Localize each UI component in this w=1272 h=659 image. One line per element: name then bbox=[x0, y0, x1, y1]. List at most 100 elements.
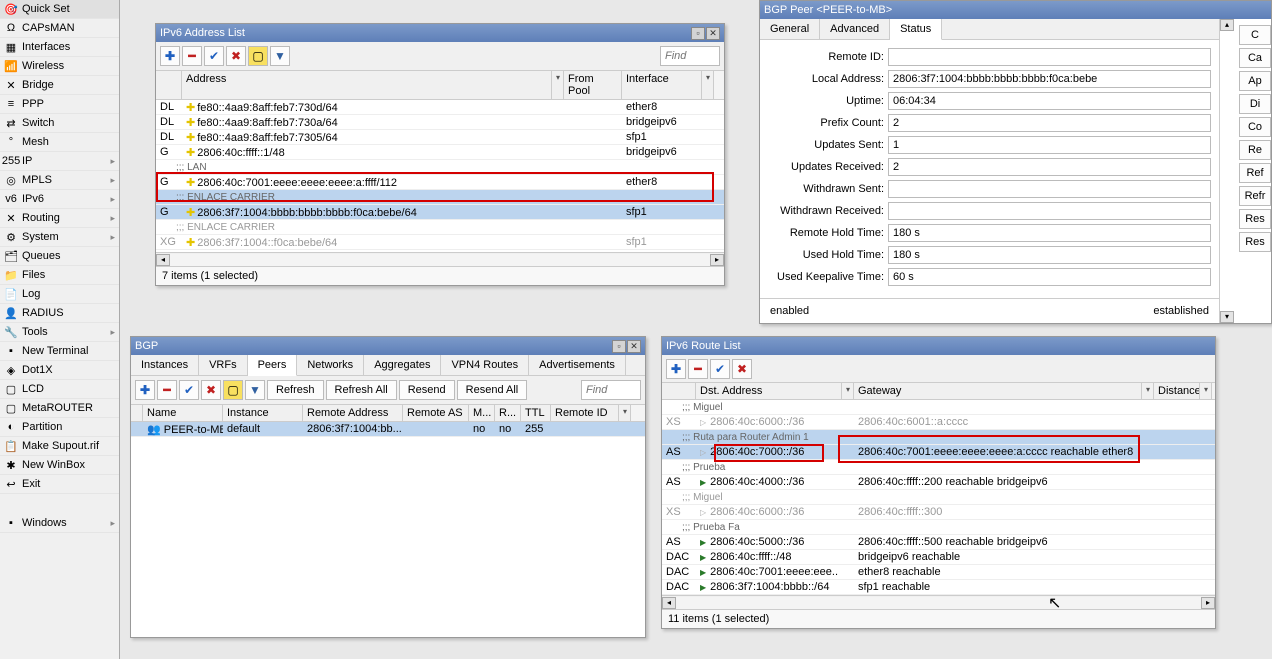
comment-row[interactable]: ;;; Miguel bbox=[662, 490, 1215, 505]
peer-row[interactable]: 👥 PEER-to-MB default 2806:3f7:1004:bb...… bbox=[131, 422, 645, 437]
title-bar[interactable]: IPv6 Route List bbox=[662, 337, 1215, 355]
field-input[interactable] bbox=[888, 180, 1211, 198]
tab-vrfs[interactable]: VRFs bbox=[199, 355, 248, 375]
sidebar-item-ppp[interactable]: ≡PPP bbox=[0, 95, 119, 114]
find-input[interactable] bbox=[660, 46, 720, 66]
side-button[interactable]: Refr bbox=[1239, 186, 1271, 206]
route-row[interactable]: XS▷2806:40c:6000::/362806:40c:ffff::300 bbox=[662, 505, 1215, 520]
peers-table-body[interactable]: 👥 PEER-to-MB default 2806:3f7:1004:bb...… bbox=[131, 422, 645, 437]
enable-button[interactable]: ✔ bbox=[204, 46, 224, 66]
sidebar-item-new-winbox[interactable]: ✱New WinBox bbox=[0, 456, 119, 475]
table-header[interactable]: Address ▾ From Pool Interface ▾ bbox=[156, 71, 724, 100]
sidebar-item-mesh[interactable]: °Mesh bbox=[0, 133, 119, 152]
add-button[interactable]: ✚ bbox=[666, 359, 686, 379]
side-button[interactable]: Co bbox=[1239, 117, 1271, 137]
sidebar-item-queues[interactable]: 🗂Queues bbox=[0, 247, 119, 266]
tab-general[interactable]: General bbox=[760, 19, 820, 39]
disable-button[interactable]: ✖ bbox=[226, 46, 246, 66]
remove-button[interactable]: ━ bbox=[157, 380, 177, 400]
tab-instances[interactable]: Instances bbox=[131, 355, 199, 375]
address-table-body[interactable]: DL✚fe80::4aa9:8aff:feb7:730d/64ether8DL✚… bbox=[156, 100, 724, 252]
address-row[interactable]: G✚2806:40c:7001:eeee:eeee:eeee:a:ffff/11… bbox=[156, 175, 724, 190]
side-button[interactable]: Res bbox=[1239, 232, 1271, 252]
side-button[interactable]: Ap bbox=[1239, 71, 1271, 91]
sidebar-item-radius[interactable]: 👤RADIUS bbox=[0, 304, 119, 323]
disable-button[interactable]: ✖ bbox=[732, 359, 752, 379]
find-input[interactable] bbox=[581, 380, 641, 400]
add-button[interactable]: ✚ bbox=[160, 46, 180, 66]
tab-networks[interactable]: Networks bbox=[297, 355, 364, 375]
route-row[interactable]: AS▶2806:40c:4000::/362806:40c:ffff::200 … bbox=[662, 475, 1215, 490]
sidebar-item-interfaces[interactable]: ▦Interfaces bbox=[0, 38, 119, 57]
sidebar-item-routing[interactable]: ✕Routing▸ bbox=[0, 209, 119, 228]
field-input[interactable] bbox=[888, 136, 1211, 154]
title-bar[interactable]: BGP Peer <PEER-to-MB> bbox=[760, 1, 1271, 19]
route-row[interactable]: XS▷2806:40c:6000::/362806:40c:6001::a:cc… bbox=[662, 415, 1215, 430]
sidebar-item-bridge[interactable]: ✕Bridge bbox=[0, 76, 119, 95]
comment-row[interactable]: ;;; LAN bbox=[156, 160, 724, 175]
tab-advertisements[interactable]: Advertisements bbox=[529, 355, 626, 375]
add-button[interactable]: ✚ bbox=[135, 380, 155, 400]
field-input[interactable] bbox=[888, 70, 1211, 88]
field-input[interactable] bbox=[888, 158, 1211, 176]
address-row[interactable]: G✚2806:3f7:1004:bbbb:bbbb:bbbb:f0ca:bebe… bbox=[156, 205, 724, 220]
remove-button[interactable]: ━ bbox=[688, 359, 708, 379]
comment-row[interactable]: ;;; ENLACE CARRIER bbox=[156, 190, 724, 205]
tab-status[interactable]: Status bbox=[890, 19, 942, 40]
side-button[interactable]: Ca bbox=[1239, 48, 1271, 68]
sidebar-item-quick-set[interactable]: 🎯Quick Set bbox=[0, 0, 119, 19]
sidebar-item-mpls[interactable]: ◎MPLS▸ bbox=[0, 171, 119, 190]
routes-table-body[interactable]: ;;; MiguelXS▷2806:40c:6000::/362806:40c:… bbox=[662, 400, 1215, 595]
scroll-down-button[interactable]: ▾ bbox=[1220, 311, 1234, 323]
field-input[interactable] bbox=[888, 202, 1211, 220]
route-row[interactable]: DAC▶2806:3f7:1004:bbbb::/64sfp1 reachabl… bbox=[662, 580, 1215, 595]
comment-row[interactable]: ;;; Prueba bbox=[662, 460, 1215, 475]
refresh-all-button[interactable]: Refresh All bbox=[326, 380, 397, 400]
sidebar-item-capsman[interactable]: ΩCAPsMAN bbox=[0, 19, 119, 38]
horizontal-scrollbar[interactable]: ◂▸ bbox=[156, 252, 724, 266]
sidebar-item-exit[interactable]: ↩Exit bbox=[0, 475, 119, 494]
enable-button[interactable]: ✔ bbox=[179, 380, 199, 400]
sidebar-item-switch[interactable]: ⇄Switch bbox=[0, 114, 119, 133]
sidebar-item-system[interactable]: ⚙System▸ bbox=[0, 228, 119, 247]
comment-row[interactable]: ;;; Ruta para Router Admin 1 bbox=[662, 430, 1215, 445]
tab-vpn4 routes[interactable]: VPN4 Routes bbox=[441, 355, 529, 375]
title-bar[interactable]: IPv6 Address List ▫ ✕ bbox=[156, 24, 724, 42]
side-button[interactable]: Ref bbox=[1239, 163, 1271, 183]
tab-aggregates[interactable]: Aggregates bbox=[364, 355, 441, 375]
horizontal-scrollbar[interactable]: ◂▸ bbox=[662, 595, 1215, 609]
table-header[interactable]: Name Instance Remote Address Remote AS M… bbox=[131, 405, 645, 422]
remove-button[interactable]: ━ bbox=[182, 46, 202, 66]
sidebar-item-files[interactable]: 📁Files bbox=[0, 266, 119, 285]
sidebar-item-windows[interactable]: ▪Windows▸ bbox=[0, 514, 119, 533]
comment-button[interactable]: ▢ bbox=[248, 46, 268, 66]
sidebar-item-ipv6[interactable]: v6IPv6▸ bbox=[0, 190, 119, 209]
minimize-button[interactable]: ▫ bbox=[612, 340, 626, 353]
sidebar-item-make-supout.rif[interactable]: 📋Make Supout.rif bbox=[0, 437, 119, 456]
sidebar-item-wireless[interactable]: 📶Wireless bbox=[0, 57, 119, 76]
disable-button[interactable]: ✖ bbox=[201, 380, 221, 400]
title-bar[interactable]: BGP ▫ ✕ bbox=[131, 337, 645, 355]
sidebar-item-metarouter[interactable]: ▢MetaROUTER bbox=[0, 399, 119, 418]
tab-advanced[interactable]: Advanced bbox=[820, 19, 890, 39]
resend-all-button[interactable]: Resend All bbox=[457, 380, 528, 400]
address-row[interactable]: DL✚fe80::4aa9:8aff:feb7:730a/64bridgeipv… bbox=[156, 115, 724, 130]
close-button[interactable]: ✕ bbox=[706, 27, 720, 40]
sidebar-item-new-terminal[interactable]: ▪New Terminal bbox=[0, 342, 119, 361]
minimize-button[interactable]: ▫ bbox=[691, 27, 705, 40]
enable-button[interactable]: ✔ bbox=[710, 359, 730, 379]
field-input[interactable] bbox=[888, 48, 1211, 66]
close-button[interactable]: ✕ bbox=[627, 340, 641, 353]
refresh-button[interactable]: Refresh bbox=[267, 380, 324, 400]
side-button[interactable]: Res bbox=[1239, 209, 1271, 229]
sidebar-item-partition[interactable]: ◐Partition bbox=[0, 418, 119, 437]
address-row[interactable]: DL✚fe80::4aa9:8aff:feb7:7305/64sfp1 bbox=[156, 130, 724, 145]
resend-button[interactable]: Resend bbox=[399, 380, 455, 400]
sidebar-item-tools[interactable]: 🔧Tools▸ bbox=[0, 323, 119, 342]
address-row[interactable]: DL✚fe80::4aa9:8aff:feb7:730d/64ether8 bbox=[156, 100, 724, 115]
field-input[interactable] bbox=[888, 92, 1211, 110]
filter-button[interactable]: ▼ bbox=[245, 380, 265, 400]
sidebar-item-log[interactable]: 📄Log bbox=[0, 285, 119, 304]
address-row[interactable]: XG✚2806:3f7:1004::f0ca:bebe/64sfp1 bbox=[156, 235, 724, 250]
field-input[interactable] bbox=[888, 224, 1211, 242]
